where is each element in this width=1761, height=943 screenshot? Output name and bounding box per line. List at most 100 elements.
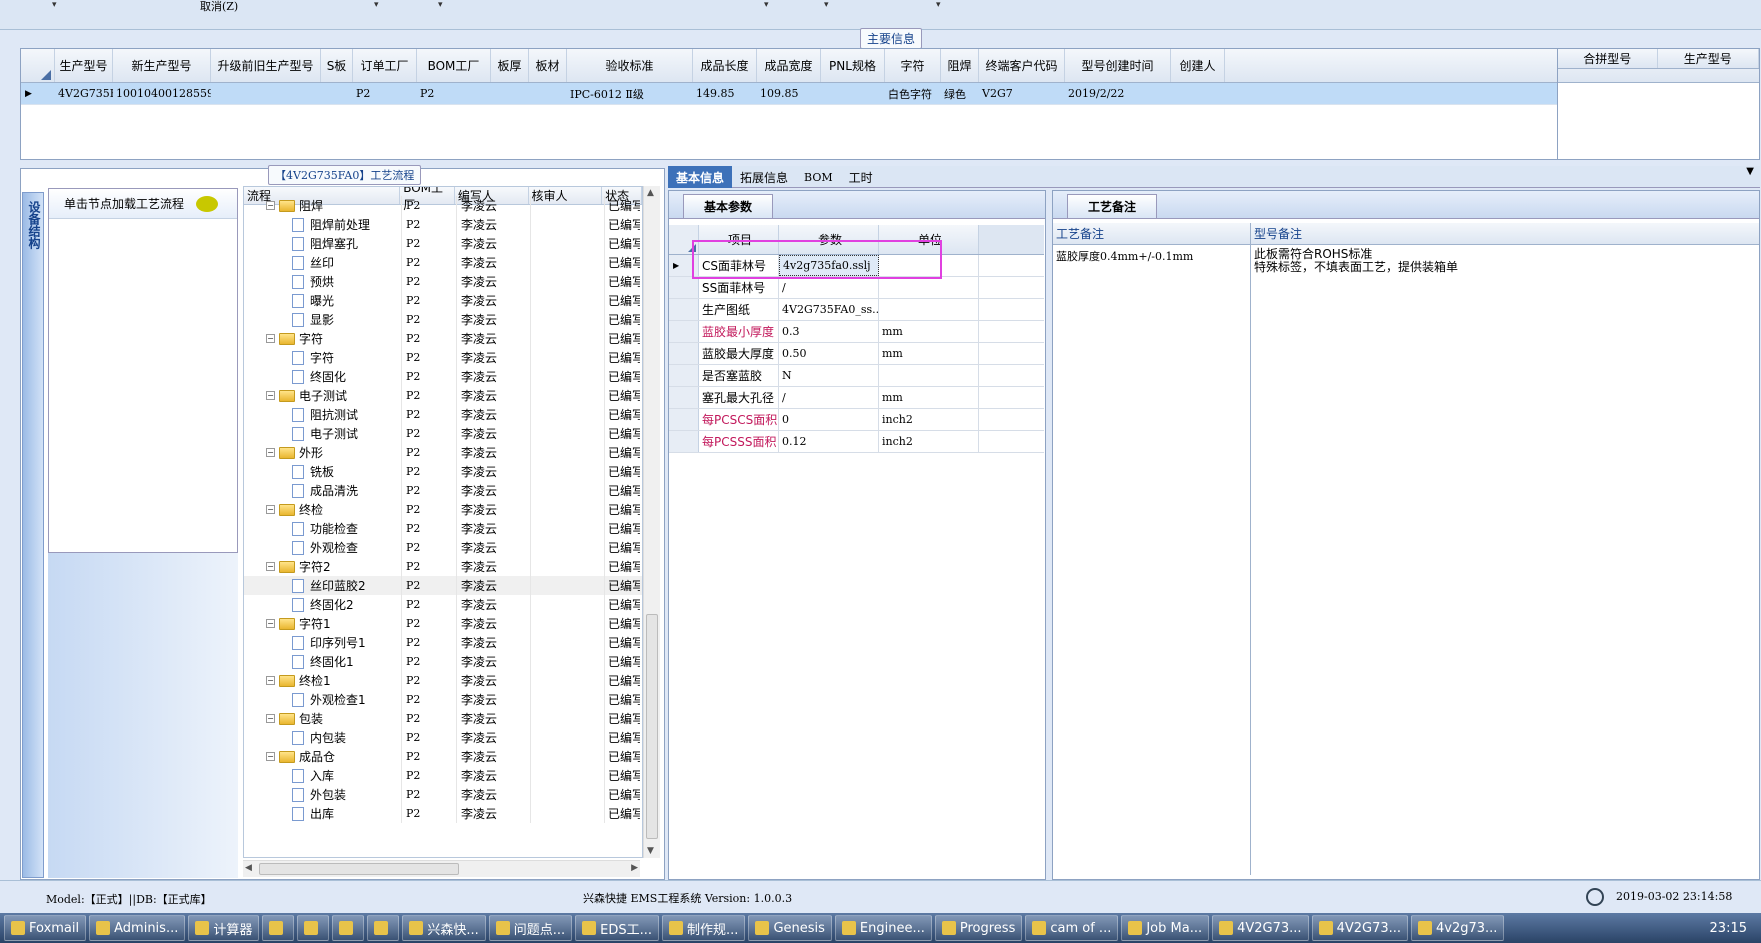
collapse-icon[interactable]: − xyxy=(266,676,275,685)
taskbar-button[interactable]: 4V2G73... xyxy=(1311,915,1409,941)
taskbar-button[interactable]: Progress xyxy=(934,915,1023,941)
col-header[interactable]: BOM工厂 xyxy=(417,49,491,82)
tab-bom[interactable]: BOM xyxy=(796,166,841,188)
dropdown-arrow-icon[interactable]: ▾ xyxy=(374,0,379,10)
param-value[interactable]: N xyxy=(779,365,879,386)
taskbar-button[interactable]: 问题点... xyxy=(488,915,573,941)
tab-basic-info[interactable]: 基本信息 xyxy=(668,166,733,188)
tree-row[interactable]: 丝印 P2李凌云 已编写 xyxy=(244,253,642,272)
tree-row[interactable]: 电子测试 P2李凌云 已编写 xyxy=(244,424,642,443)
param-row[interactable]: 每PCSCS面积 0 inch2 xyxy=(669,409,1044,431)
param-value[interactable]: 0 xyxy=(779,409,879,430)
taskbar-button[interactable] xyxy=(367,915,400,941)
taskbar-button[interactable]: 计算器 xyxy=(188,915,260,941)
col-header[interactable]: 验收标准 xyxy=(567,49,693,82)
scroll-thumb[interactable] xyxy=(259,863,459,875)
taskbar-button[interactable] xyxy=(262,915,295,941)
col-header[interactable]: S板 xyxy=(321,49,353,82)
tree-row[interactable]: − 阻焊 P2李凌云 已编写 xyxy=(244,196,642,215)
param-value[interactable]: / xyxy=(779,387,879,408)
param-row[interactable]: SS面菲林号 / xyxy=(669,277,1044,299)
param-row[interactable]: 是否塞蓝胶 N xyxy=(669,365,1044,387)
tree-row[interactable]: 阻抗测试 P2李凌云 已编写 xyxy=(244,405,642,424)
tree-row[interactable]: 成品清洗 P2李凌云 已编写 xyxy=(244,481,642,500)
scroll-up-icon[interactable]: ▲ xyxy=(647,188,654,198)
tree-row[interactable]: 阻焊塞孔 P2李凌云 已编写 xyxy=(244,234,642,253)
collapse-icon[interactable]: − xyxy=(266,562,275,571)
table-row[interactable]: ▶ 4V2G735FA0 10010400128559 P2 P2 IPC-60… xyxy=(21,83,1557,105)
col-header[interactable]: 升级前旧生产型号 xyxy=(211,49,321,82)
param-row[interactable]: 生产图纸 4V2G735FA0_ss... xyxy=(669,299,1044,321)
tree-row[interactable]: 终固化 P2李凌云 已编写 xyxy=(244,367,642,386)
taskbar-button[interactable]: EDS工... xyxy=(575,915,660,941)
tree-row[interactable]: 终固化1 P2李凌云 已编写 xyxy=(244,652,642,671)
collapse-icon[interactable]: − xyxy=(266,334,275,343)
col-header[interactable]: 成品宽度 xyxy=(757,49,821,82)
node-list[interactable]: 单击节点加载工艺流程 xyxy=(48,188,238,553)
tree-row[interactable]: 外观检查1 P2李凌云 已编写 xyxy=(244,690,642,709)
taskbar-button[interactable]: Genesis xyxy=(748,915,832,941)
param-value[interactable]: / xyxy=(779,277,879,298)
col-header[interactable]: 板材 xyxy=(529,49,567,82)
col-header[interactable]: 型号备注 xyxy=(1251,223,1759,244)
collapse-icon[interactable]: − xyxy=(266,448,275,457)
tree-row[interactable]: − 终检1 P2李凌云 已编写 xyxy=(244,671,642,690)
taskbar-button[interactable] xyxy=(297,915,330,941)
col-header[interactable]: 型号创建时间 xyxy=(1065,49,1171,82)
col-header[interactable]: 订单工厂 xyxy=(353,49,417,82)
tree-row[interactable]: − 电子测试 P2李凌云 已编写 xyxy=(244,386,642,405)
scroll-left-icon[interactable]: ◀ xyxy=(245,863,252,873)
process-note-text[interactable]: 蓝胶厚度0.4mm+/-0.1mm xyxy=(1053,245,1251,875)
collapse-icon[interactable]: − xyxy=(266,752,275,761)
tree-row[interactable]: 预烘 P2李凌云 已编写 xyxy=(244,272,642,291)
tree-row[interactable]: 外观检查 P2李凌云 已编写 xyxy=(244,538,642,557)
tree-row[interactable]: 功能检查 P2李凌云 已编写 xyxy=(244,519,642,538)
taskbar-button[interactable]: cam of ... xyxy=(1025,915,1119,941)
tree-row[interactable]: − 终检 P2李凌云 已编写 xyxy=(244,500,642,519)
col-header[interactable]: 终端客户代码 xyxy=(979,49,1065,82)
col-header[interactable]: 板厚 xyxy=(491,49,529,82)
col-header[interactable]: 成品长度 xyxy=(693,49,757,82)
collapse-icon[interactable]: − xyxy=(266,714,275,723)
tree-vertical-scrollbar[interactable]: ▲ ▼ xyxy=(643,186,660,858)
param-value[interactable]: 0.3 xyxy=(779,321,879,342)
grid-corner[interactable] xyxy=(21,49,55,82)
taskbar-button[interactable]: Foxmail xyxy=(4,915,87,941)
dropdown-arrow-icon[interactable]: ▾ xyxy=(764,0,769,10)
tabs-menu-icon[interactable]: ▼ xyxy=(1746,166,1760,187)
collapse-icon[interactable]: − xyxy=(266,505,275,514)
taskbar-button[interactable]: Adminis... xyxy=(89,915,186,941)
dropdown-arrow-icon[interactable]: ▾ xyxy=(824,0,829,10)
tree-row[interactable]: 字符 P2李凌云 已编写 xyxy=(244,348,642,367)
tab-basic-params[interactable]: 基本参数 xyxy=(683,194,774,218)
tree-row[interactable]: 出库 P2李凌云 已编写 xyxy=(244,804,642,823)
tree-row[interactable]: − 包装 P2李凌云 已编写 xyxy=(244,709,642,728)
collapse-icon[interactable]: − xyxy=(266,391,275,400)
col-header[interactable]: 工艺备注 xyxy=(1053,223,1251,244)
tree-row[interactable]: 外包装 P2李凌云 已编写 xyxy=(244,785,642,804)
col-header[interactable]: 合拼型号 xyxy=(1558,49,1658,68)
process-tree[interactable]: 流程 BOM工厂 编写人 核审人 状态 −阻焊P2李凌云已编写阻焊前处理P2李凌… xyxy=(243,186,643,858)
param-row[interactable]: 塞孔最大孔径 / mm xyxy=(669,387,1044,409)
taskbar-button[interactable] xyxy=(332,915,365,941)
tree-row[interactable]: 内包装 P2李凌云 已编写 xyxy=(244,728,642,747)
taskbar-button[interactable]: 制作规... xyxy=(662,915,746,941)
taskbar-button[interactable]: Enginee... xyxy=(834,915,932,941)
col-header[interactable]: 生产型号 xyxy=(55,49,113,82)
col-header[interactable]: 阻焊 xyxy=(941,49,979,82)
col-header[interactable]: PNL规格 xyxy=(821,49,885,82)
tree-row[interactable]: 入库 P2李凌云 已编写 xyxy=(244,766,642,785)
col-header[interactable]: 新生产型号 xyxy=(113,49,211,82)
tree-row[interactable]: 曝光 P2李凌云 已编写 xyxy=(244,291,642,310)
scroll-down-icon[interactable]: ▼ xyxy=(647,846,654,856)
tree-row[interactable]: 印序列号1 P2李凌云 已编写 xyxy=(244,633,642,652)
tree-row[interactable]: − 字符 P2李凌云 已编写 xyxy=(244,329,642,348)
param-value[interactable]: 0.12 xyxy=(779,431,879,452)
collapse-icon[interactable]: − xyxy=(266,619,275,628)
tree-row[interactable]: − 外形 P2李凌云 已编写 xyxy=(244,443,642,462)
tree-row[interactable]: 终固化2 P2李凌云 已编写 xyxy=(244,595,642,614)
scroll-thumb[interactable] xyxy=(646,614,658,839)
tree-row[interactable]: 铣板 P2李凌云 已编写 xyxy=(244,462,642,481)
tree-row[interactable]: − 字符1 P2李凌云 已编写 xyxy=(244,614,642,633)
tree-row[interactable]: − 字符2 P2李凌云 已编写 xyxy=(244,557,642,576)
